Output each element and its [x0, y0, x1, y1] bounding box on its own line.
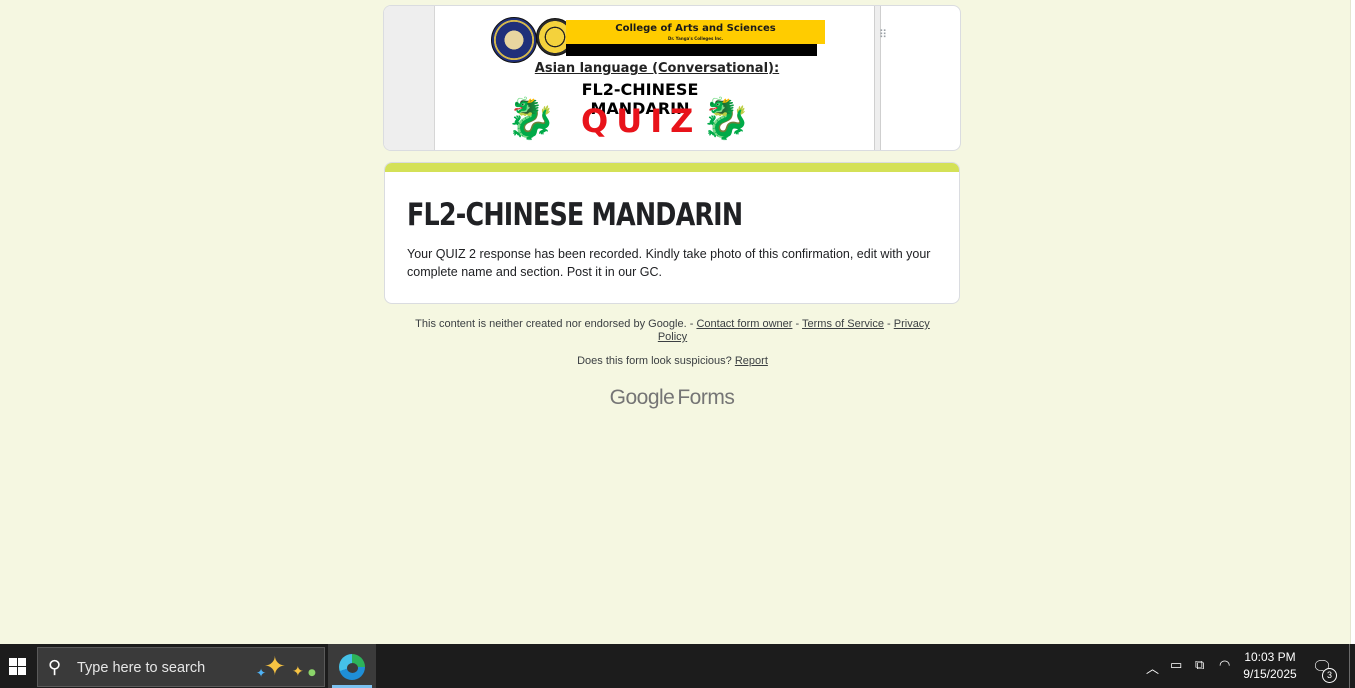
windows-taskbar: ⚲ Type here to search ✦ ✦ ✦ ● ︿ ▭ ⧉ ◠ 10:03… — [0, 644, 1355, 688]
browser-content: College of Arts and Sciences Dr. Yanga's… — [0, 0, 1350, 644]
logo-google: Google — [609, 386, 675, 409]
battery-icon[interactable]: ▭ — [1170, 658, 1182, 673]
dragon-right-icon: 🐉 — [701, 96, 751, 142]
suspicious-text: Does this form look suspicious? — [577, 355, 732, 367]
drag-handle-icon[interactable]: ⠿ — [879, 28, 887, 41]
terms-link[interactable]: Terms of Service — [802, 318, 884, 330]
search-highlight-icon: ✦ ✦ ✦ ● — [256, 652, 316, 682]
taskbar-search-box[interactable]: ⚲ Type here to search ✦ ✦ ✦ ● — [37, 647, 325, 687]
notification-count-badge: 3 — [1322, 668, 1337, 683]
confirmation-card: FL2-CHINESE MANDARIN Your QUIZ 2 respons… — [384, 162, 960, 304]
logo-forms: Forms — [677, 386, 735, 409]
report-line: Does this form look suspicious? Report — [400, 355, 945, 367]
header-image: College of Arts and Sciences Dr. Yanga's… — [436, 6, 874, 150]
edge-browser-icon — [339, 654, 365, 680]
clock-date: 9/15/2025 — [1243, 667, 1297, 681]
search-placeholder: Type here to search — [77, 660, 206, 676]
separator: - — [795, 318, 800, 330]
disclaimer-text: This content is neither created nor endo… — [415, 318, 694, 330]
college-title: College of Arts and Sciences — [615, 23, 776, 34]
contact-owner-link[interactable]: Contact form owner — [696, 318, 792, 330]
banner-left-margin — [384, 6, 435, 150]
search-icon: ⚲ — [48, 657, 62, 678]
course-heading: Asian language (Conversational): — [534, 61, 780, 76]
college-subtitle: Dr. Yanga's Colleges Inc. — [668, 36, 723, 41]
edge-taskbar-button[interactable] — [328, 644, 376, 688]
display-icon[interactable]: ⧉ — [1195, 658, 1204, 673]
show-desktop-button[interactable] — [1349, 644, 1350, 688]
college-seal-logo — [491, 17, 537, 63]
quiz-word: QUIZ — [581, 102, 702, 140]
start-button[interactable] — [0, 644, 34, 688]
form-title: FL2-CHINESE MANDARIN — [407, 197, 743, 233]
footer-disclaimer: This content is neither created nor endo… — [400, 318, 945, 344]
system-clock[interactable]: 10:03 PM 9/15/2025 — [1236, 649, 1304, 683]
card-accent-bar — [385, 163, 959, 172]
dragon-left-icon: 🐉 — [506, 96, 556, 142]
clock-time: 10:03 PM — [1244, 650, 1296, 664]
page-scrollbar[interactable] — [1350, 0, 1355, 644]
google-forms-logo[interactable]: Google Forms — [560, 386, 784, 410]
banner-black-strip — [566, 44, 817, 56]
form-header-banner: College of Arts and Sciences Dr. Yanga's… — [383, 5, 961, 151]
separator: - — [887, 318, 891, 330]
report-link[interactable]: Report — [735, 355, 768, 367]
confirmation-message: Your QUIZ 2 response has been recorded. … — [407, 247, 931, 279]
wifi-icon[interactable]: ◠ — [1219, 658, 1230, 673]
windows-logo-icon — [8, 657, 26, 675]
show-hidden-icons-chevron-icon[interactable]: ︿ — [1146, 658, 1159, 677]
